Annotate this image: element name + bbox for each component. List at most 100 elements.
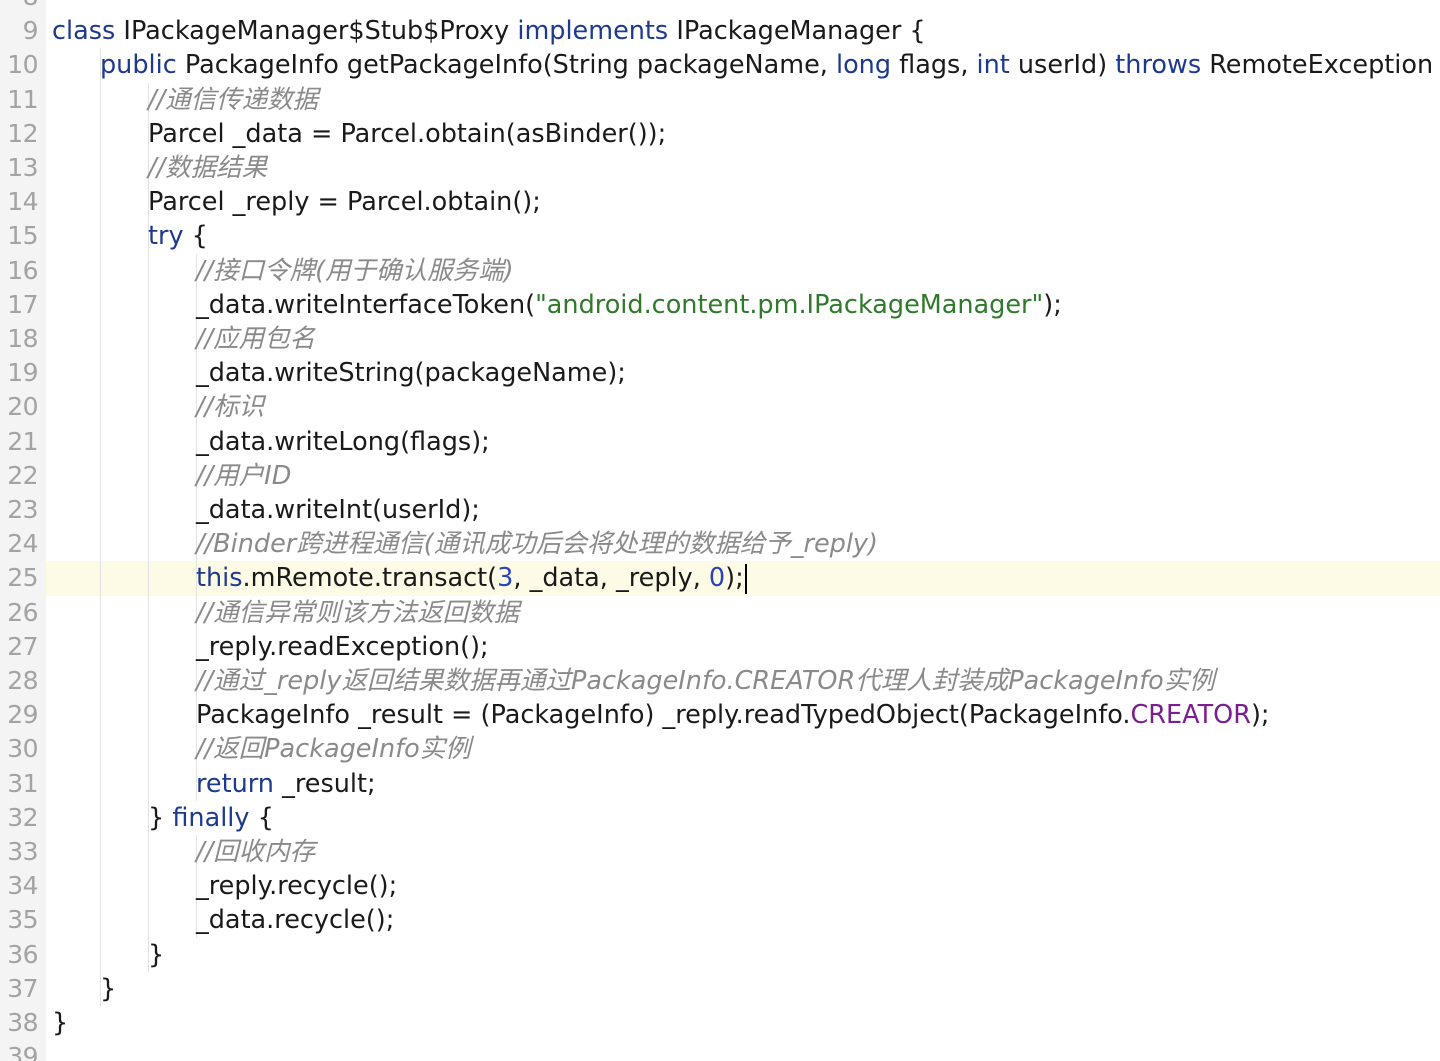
code-line-content[interactable]: try { [46,219,1440,254]
code-line[interactable]: 35 _data.recycle(); [0,903,1440,938]
code-line[interactable]: 11 //通信传递数据 [0,82,1440,117]
code-line[interactable]: 21 _data.writeLong(flags); [0,424,1440,459]
line-number: 32 [7,802,38,832]
code-line-content[interactable]: } finally { [46,800,1440,835]
code-line-content[interactable]: //返回PackageInfo实例 [46,732,1440,767]
code-line-content[interactable]: //用户ID [46,458,1440,493]
code-comment: //数据结果 [148,153,268,183]
code-line-content[interactable]: //回收内存 [46,835,1440,870]
code-text: Parcel _reply = Parcel.obtain(); [148,185,541,219]
code-line-content[interactable]: _data.writeString(packageName); [46,356,1440,391]
indent-guide [100,151,101,186]
indent-guide [148,322,149,357]
code-text: Parcel _data = Parcel.obtain(asBinder())… [148,117,666,151]
indent-guide [100,287,101,322]
code-line[interactable]: 29 PackageInfo _result = (PackageInfo) _r… [0,698,1440,733]
code-keyword: finally [172,802,250,833]
code-token: _result; [273,768,376,799]
code-line[interactable]: 31 return _result; [0,766,1440,801]
line-number: 17 [7,289,38,319]
code-line[interactable]: 33 //回收内存 [0,835,1440,870]
code-comment: //应用包名 [196,324,316,354]
code-line-content[interactable]: return _result; [46,766,1440,801]
code-line-content[interactable]: //标识 [46,390,1440,425]
code-keyword: this [196,563,243,594]
code-line-content[interactable]: _data.writeInt(userId); [46,493,1440,528]
code-keyword: class [52,16,116,47]
code-line-content[interactable] [46,0,1440,14]
code-line[interactable]: 28 //通过_reply返回结果数据再通过PackageInfo.CREATOR… [0,664,1440,699]
code-line[interactable]: 36} [0,937,1440,972]
indent-guide [148,835,149,870]
code-line-content[interactable]: Parcel _reply = Parcel.obtain(); [46,185,1440,220]
code-line[interactable]: 12 Parcel _data = Parcel.obtain(asBinder(… [0,116,1440,151]
code-text: } [52,1006,68,1040]
code-line-content[interactable]: } [46,1006,1440,1040]
code-text: //通过_reply返回结果数据再通过PackageInfo.CREATOR代理… [196,664,1215,698]
code-token: flags, [891,50,977,81]
code-line[interactable]: 17 _data.writeInterfaceToken("android.con… [0,287,1440,322]
code-token: _data.recycle(); [196,905,395,936]
code-comment: //返回PackageInfo实例 [196,734,471,765]
indent-guide [148,698,149,733]
code-line-content[interactable]: class IPackageManager$Stub$Proxy impleme… [46,14,1440,48]
line-number: 38 [7,1008,38,1037]
code-line-content[interactable]: _data.recycle(); [46,903,1440,938]
code-line-content[interactable]: _reply.recycle(); [46,869,1440,904]
indent-guide [148,561,149,596]
code-line[interactable]: 9 class IPackageManager$Stub$Proxy implem… [0,14,1440,48]
code-line[interactable]: 34 _reply.recycle(); [0,869,1440,904]
code-line[interactable]: 39 [0,1040,1440,1061]
code-line-content[interactable] [46,1040,1440,1061]
code-line-content[interactable]: this.mRemote.transact(3, _data, _reply, … [46,561,1440,596]
code-line[interactable]: 32 } finally { [0,800,1440,835]
code-line-content[interactable]: public PackageInfo getPackageInfo(String… [46,48,1440,83]
code-text: _data.writeLong(flags); [196,425,490,459]
code-line-content[interactable]: PackageInfo _result = (PackageInfo) _rep… [46,698,1440,733]
indent-guide [148,664,149,699]
code-text: class IPackageManager$Stub$Proxy impleme… [52,14,926,48]
code-line-content[interactable]: //应用包名 [46,322,1440,357]
code-token: PackageInfo _result = (PackageInfo) _rep… [196,700,1131,731]
code-line[interactable]: 22 //用户ID [0,458,1440,493]
code-line-content[interactable]: _data.writeInterfaceToken("android.conte… [46,287,1440,322]
line-number: 23 [7,495,38,524]
code-line[interactable]: 30 //返回PackageInfo实例 [0,732,1440,767]
code-line-content[interactable]: //Binder跨进程通信(通讯成功后会将处理的数据给予_reply) [46,527,1440,562]
code-line-content[interactable]: //数据结果 [46,151,1440,186]
code-line[interactable]: 25 this.mRemote.transact(3, _data, _reply… [0,561,1440,596]
code-line-content[interactable]: //通信传递数据 [46,82,1440,117]
code-text: //返回PackageInfo实例 [196,732,471,766]
code-line[interactable]: 8 [0,0,1440,14]
code-line[interactable]: 18 //应用包名 [0,322,1440,357]
code-line[interactable]: 23 _data.writeInt(userId); [0,493,1440,528]
code-line[interactable]: 19 _data.writeString(packageName); [0,356,1440,391]
code-editor[interactable]: 8 9 class IPackageManager$Stub$Proxy imple… [0,0,1440,1061]
code-line-content[interactable]: //通过_reply返回结果数据再通过PackageInfo.CREATOR代理… [46,664,1440,699]
code-line[interactable]: 10 public PackageInfo getPackageInfo(Stri… [0,48,1440,83]
code-line[interactable]: 37} [0,971,1440,1006]
code-line-content[interactable]: //接口令牌(用于确认服务端) [46,253,1440,288]
indent-guide [100,595,101,630]
code-line-content[interactable]: } [46,937,1440,972]
line-number: 37 [7,973,38,1003]
code-keyword: return [196,768,274,799]
code-line[interactable]: 38} [0,1006,1440,1040]
code-line-content[interactable]: _data.writeLong(flags); [46,424,1440,459]
code-line[interactable]: 24 //Binder跨进程通信(通讯成功后会将处理的数据给予_reply) [0,527,1440,562]
indent-guide [100,869,101,904]
code-line[interactable]: 16 //接口令牌(用于确认服务端) [0,253,1440,288]
code-line[interactable]: 20 //标识 [0,390,1440,425]
code-line-content[interactable]: //通信异常则该方法返回数据 [46,595,1440,630]
code-line[interactable]: 13 //数据结果 [0,151,1440,186]
code-line[interactable]: 26 //通信异常则该方法返回数据 [0,595,1440,630]
indent-guide [100,800,101,835]
code-line-content[interactable]: _reply.readException(); [46,629,1440,664]
code-line[interactable]: 14 Parcel _reply = Parcel.obtain(); [0,185,1440,220]
code-text: _data.writeString(packageName); [196,356,626,390]
code-line[interactable]: 27 _reply.readException(); [0,629,1440,664]
code-line[interactable]: 15 try { [0,219,1440,254]
code-line-content[interactable]: Parcel _data = Parcel.obtain(asBinder())… [46,116,1440,151]
code-line-content[interactable]: } [46,971,1440,1006]
indent-guide [148,356,149,391]
